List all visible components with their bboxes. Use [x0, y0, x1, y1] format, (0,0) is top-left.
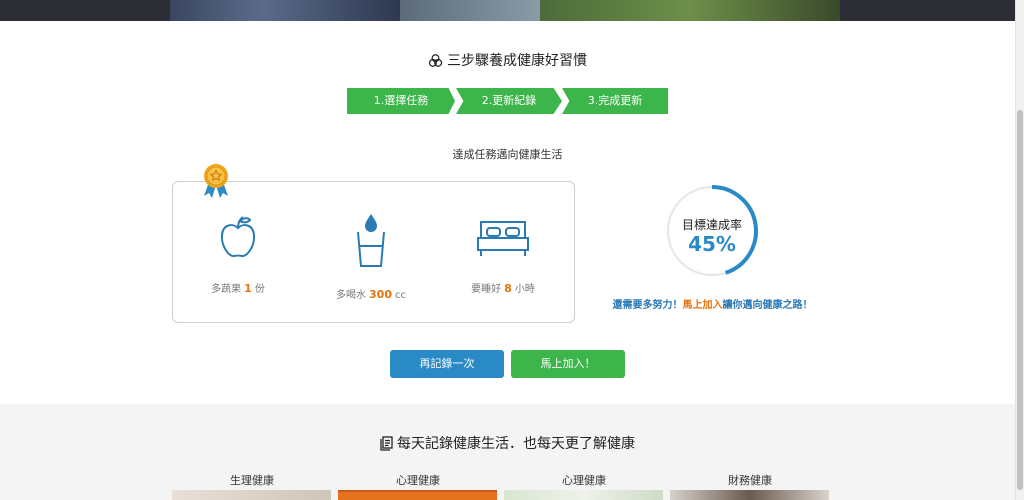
section-title-text: 三步驟養成健康好習慣	[447, 53, 587, 69]
task-fruit: 多蔬果 1 份	[178, 212, 298, 295]
join-now-button[interactable]: 馬上加入！	[511, 350, 625, 378]
section2-title: 每天記錄健康生活．也每天更了解健康	[0, 433, 1015, 455]
goal-progress-gauge: 目標達成率 45%	[657, 180, 767, 282]
join-now-link[interactable]: 馬上加入	[683, 300, 723, 311]
category-thumbnail-image[interactable]	[504, 490, 663, 500]
encourage-message: 還需要多努力！馬上加入讓你邁向健康之路！	[612, 300, 813, 311]
record-again-button[interactable]: 再記錄一次	[390, 350, 504, 378]
category-financial-health[interactable]: 財務健康	[670, 472, 830, 488]
scrollbar-thumb[interactable]	[1017, 110, 1023, 490]
category-thumbnail-image[interactable]	[338, 490, 497, 500]
three-circles-icon	[428, 53, 443, 72]
task-sleep: 要睡好 8 小時	[443, 212, 563, 295]
gauge-title: 目標達成率	[681, 218, 742, 232]
apple-icon	[220, 216, 256, 257]
tasks-subtitle: 達成任務邁向健康生活	[452, 148, 563, 161]
task-water: 多喝水 300 cc	[311, 212, 431, 301]
category-thumbnail-image[interactable]	[670, 490, 829, 500]
step-update-record: 2.更新紀錄	[456, 88, 562, 114]
category-mental-health-2[interactable]: 心理健康	[504, 472, 664, 488]
step-complete-update: 3.完成更新	[562, 88, 668, 114]
section-title: 三步驟養成健康好習慣	[0, 50, 1015, 72]
category-mental-health[interactable]: 心理健康	[338, 472, 498, 488]
page-scrollbar[interactable]	[1015, 0, 1024, 500]
page: 三步驟養成健康好習慣 1.選擇任務 2.更新紀錄 3.完成更新 達成任務邁向健康…	[0, 0, 1024, 500]
document-icon	[380, 436, 393, 455]
task-fruit-label: 多蔬果 1 份	[211, 282, 265, 295]
task-water-label: 多喝水 300 cc	[336, 288, 406, 301]
gauge-value: 45%	[688, 232, 736, 256]
step-select-task: 1.選擇任務	[347, 88, 455, 114]
section2-title-text: 每天記錄健康生活．也每天更了解健康	[397, 436, 635, 452]
task-sleep-label: 要睡好 8 小時	[471, 282, 535, 295]
hero-banner-image	[0, 0, 1015, 21]
water-glass-icon	[357, 214, 385, 267]
medal-icon	[204, 164, 228, 198]
category-physical-health[interactable]: 生理健康	[172, 472, 332, 488]
category-thumbnail-image[interactable]	[172, 490, 331, 500]
bed-icon	[477, 221, 529, 256]
